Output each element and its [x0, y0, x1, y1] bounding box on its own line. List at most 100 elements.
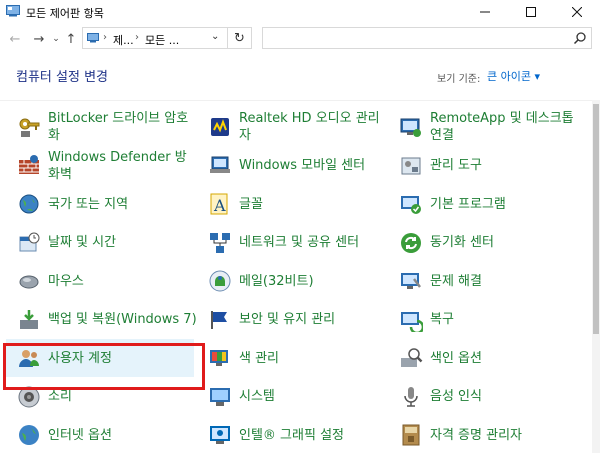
network-center-icon — [207, 230, 233, 256]
default-programs-icon — [398, 191, 424, 217]
security-maintenance-icon — [207, 307, 233, 333]
divider — [0, 100, 592, 101]
item-label: 메일(32비트) — [239, 273, 314, 289]
search-icon — [573, 32, 586, 45]
sync-center-icon — [398, 230, 424, 256]
control-panel-item[interactable]: 기본 프로그램 — [388, 185, 576, 223]
control-panel-item[interactable]: 메일(32비트) — [197, 262, 385, 300]
realtek-audio-icon — [207, 114, 233, 140]
close-button[interactable] — [554, 0, 600, 24]
indexing-options-icon — [398, 345, 424, 371]
credential-manager-icon — [398, 422, 424, 448]
scrollbar-thumb[interactable] — [593, 104, 599, 334]
item-label: 복구 — [430, 312, 454, 327]
item-label: Realtek HD 오디오 관리자 — [239, 111, 380, 143]
control-panel-item[interactable]: 동기화 센터 — [388, 224, 576, 262]
search-box[interactable] — [262, 27, 592, 49]
control-panel-item[interactable]: 인터넷 옵션 — [6, 416, 194, 454]
firewall-icon — [16, 153, 42, 179]
item-label: 색인 옵션 — [430, 350, 482, 366]
up-button[interactable]: ↑ — [62, 29, 80, 49]
maximize-button[interactable] — [508, 0, 554, 24]
arrow-left-icon: ← — [9, 31, 21, 47]
chevron-right-icon: › — [135, 32, 139, 43]
forward-button[interactable]: → — [30, 29, 48, 49]
breadcrumb-control-panel[interactable]: 제... — [113, 32, 134, 48]
item-label: 마우스 — [48, 273, 84, 289]
control-panel-icon — [87, 33, 99, 43]
speech-recognition-icon — [398, 384, 424, 410]
view-by-label: 보기 기준: — [437, 74, 481, 85]
color-management-icon — [207, 345, 233, 371]
item-label: 시스템 — [239, 389, 275, 404]
control-panel-item[interactable]: Realtek HD 오디오 관리자 — [197, 108, 385, 146]
control-panel-item[interactable]: 자격 증명 관리자 — [388, 416, 576, 454]
control-panel-item[interactable]: 문제 해결 — [388, 262, 576, 300]
chevron-down-icon[interactable]: ⌄ — [211, 31, 219, 42]
title-bar: 모든 제어판 항목 — [0, 0, 600, 24]
control-panel-item[interactable]: A 글꼴 — [197, 185, 385, 223]
control-panel-item[interactable]: 마우스 — [6, 262, 194, 300]
search-input[interactable] — [267, 30, 571, 48]
control-panel-item[interactable]: 음성 인식 — [388, 378, 576, 416]
item-label: 보안 및 유지 관리 — [239, 312, 336, 327]
chevron-right-icon: › — [103, 32, 107, 43]
control-panel-item[interactable]: 국가 또는 지역 — [6, 185, 194, 223]
control-panel-item[interactable]: 백업 및 복원(Windows 7) — [6, 301, 197, 339]
minimize-button[interactable] — [462, 0, 508, 24]
item-label: BitLocker 드라이브 암호화 — [48, 111, 189, 143]
item-label: 네트워크 및 공유 센터 — [239, 235, 360, 250]
control-panel-item[interactable]: RemoteApp 및 데스크톱 연결 — [388, 108, 576, 146]
control-panel-item[interactable]: 관리 도구 — [388, 147, 576, 185]
internet-options-icon — [16, 422, 42, 448]
refresh-button[interactable]: ↻ — [228, 27, 252, 49]
item-label: Windows Defender 방화벽 — [48, 149, 187, 182]
control-panel-item[interactable]: Windows 모바일 센터 — [197, 147, 385, 185]
mail-icon — [207, 268, 233, 294]
window-title: 모든 제어판 항목 — [26, 7, 104, 20]
control-panel-icon — [6, 5, 20, 17]
address-bar[interactable]: › 제... › 모든 ... ⌄ — [82, 27, 228, 49]
fonts-icon: A — [207, 191, 233, 217]
selection-highlight-box — [3, 343, 205, 390]
navigation-bar: ← → ⌄ ↑ › 제... › 모든 ... ⌄ ↻ — [0, 24, 600, 54]
item-label: 날짜 및 시간 — [48, 235, 117, 250]
control-panel-item[interactable]: 색인 옵션 — [388, 339, 576, 377]
item-label: 인텔® 그래픽 설정 — [239, 427, 344, 443]
item-label: 자격 증명 관리자 — [430, 427, 522, 443]
item-label: 색 관리 — [239, 350, 280, 366]
item-label: 백업 및 복원(Windows 7) — [48, 312, 197, 327]
control-panel-item[interactable]: BitLocker 드라이브 암호화 — [6, 108, 194, 146]
control-panel-item[interactable]: 색 관리 — [197, 339, 385, 377]
item-label: Windows 모바일 센터 — [239, 158, 366, 173]
view-by-dropdown[interactable]: 큰 아이콘 ▾ — [487, 68, 540, 84]
backup-restore-icon — [16, 307, 42, 333]
item-label: 동기화 센터 — [430, 235, 494, 250]
close-icon — [572, 7, 582, 17]
control-panel-item[interactable]: 날짜 및 시간 — [6, 224, 194, 262]
control-panel-item[interactable]: 시스템 — [197, 378, 385, 416]
svg-text:A: A — [213, 196, 226, 215]
item-label: 인터넷 옵션 — [48, 427, 112, 443]
item-label: 관리 도구 — [430, 158, 482, 173]
control-panel-item[interactable]: 네트워크 및 공유 센터 — [197, 224, 385, 262]
breadcrumb-all-items[interactable]: 모든 ... — [145, 32, 179, 48]
system-icon — [207, 384, 233, 410]
bitlocker-icon — [16, 114, 42, 140]
item-label: 문제 해결 — [430, 273, 482, 289]
intel-graphics-icon — [207, 422, 233, 448]
refresh-icon: ↻ — [234, 30, 245, 46]
item-label: 글꼴 — [239, 196, 263, 212]
control-panel-item[interactable]: Windows Defender 방화벽 — [6, 147, 194, 185]
recovery-icon — [398, 307, 424, 333]
item-label: 국가 또는 지역 — [48, 196, 129, 212]
admin-tools-icon — [398, 153, 424, 179]
control-panel-item[interactable]: 보안 및 유지 관리 — [197, 301, 385, 339]
item-label: RemoteApp 및 데스크톱 연결 — [430, 111, 574, 143]
item-label: 기본 프로그램 — [430, 196, 506, 212]
control-panel-item[interactable]: 복구 — [388, 301, 576, 339]
control-panel-item[interactable]: 인텔® 그래픽 설정 — [197, 416, 385, 454]
arrow-up-icon: ↑ — [65, 31, 77, 47]
item-label: 음성 인식 — [430, 389, 482, 404]
back-button[interactable]: ← — [6, 29, 24, 49]
